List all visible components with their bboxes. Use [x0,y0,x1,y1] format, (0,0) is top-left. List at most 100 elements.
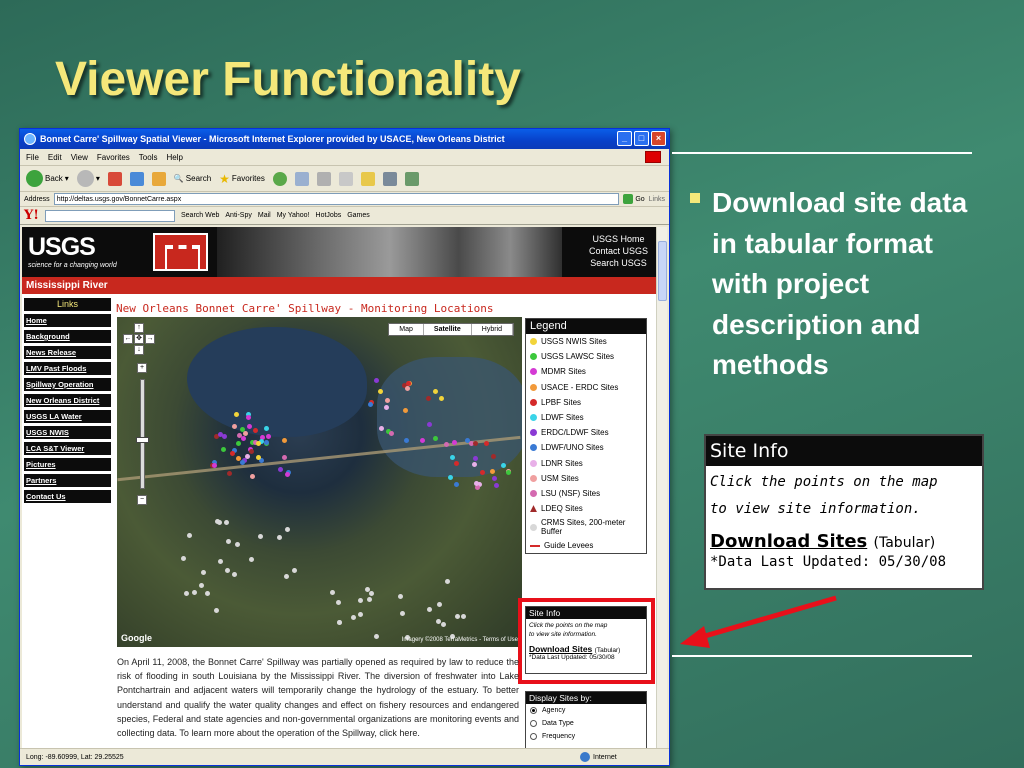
map-marker[interactable] [335,600,341,606]
forward-button[interactable]: ▾ [76,170,100,187]
nav-pictures[interactable]: Pictures [24,458,111,471]
map-marker[interactable] [506,469,512,475]
map-marker[interactable] [440,621,446,627]
map-marker[interactable] [201,569,206,575]
map-marker[interactable] [377,388,383,394]
back-button[interactable]: Back ▾ [26,170,69,187]
menu-help[interactable]: Help [166,153,182,162]
nav-usgs-la-water[interactable]: USGS LA Water [24,410,111,423]
map-marker[interactable] [358,612,364,618]
map-marker[interactable] [373,378,379,384]
favorites-button[interactable]: ★ Favorites [219,172,265,186]
yahoo-search-input[interactable] [45,209,175,222]
map-marker[interactable] [230,451,236,457]
home-icon[interactable] [151,171,166,186]
map-marker[interactable] [184,591,190,597]
folder-icon[interactable] [360,171,375,186]
map-marker[interactable] [284,471,290,477]
nav-spillway-operation[interactable]: Spillway Operation [24,378,111,391]
map-marker[interactable] [336,619,342,625]
nav-new-orleans-district[interactable]: New Orleans District [24,394,111,407]
nav-lmv-past-floods[interactable]: LMV Past Floods [24,362,111,375]
map-marker[interactable] [480,469,486,475]
map-marker[interactable] [358,598,364,604]
map-marker[interactable] [213,607,219,613]
usgs-home-link[interactable]: USGS Home [589,233,648,245]
search-usgs-link[interactable]: Search USGS [589,257,648,269]
pan-right-icon[interactable]: → [145,334,155,344]
map-marker[interactable] [282,454,288,460]
nav-news-release[interactable]: News Release [24,346,111,359]
map-marker[interactable] [221,447,227,453]
map-marker[interactable] [384,404,390,410]
nav-usgs-nwis[interactable]: USGS NWIS [24,426,111,439]
map-marker[interactable] [419,437,425,443]
map-marker[interactable] [494,482,500,488]
map-marker[interactable] [403,407,409,413]
map-marker[interactable] [455,614,461,620]
map-marker[interactable] [231,572,237,578]
maximize-button[interactable]: □ [634,131,649,146]
map-marker[interactable] [225,539,231,545]
zoom-out-icon[interactable]: − [137,495,147,505]
radio-agency-icon[interactable] [530,707,537,714]
zoom-slider[interactable] [140,379,145,489]
messenger-icon[interactable] [404,171,419,186]
map-marker[interactable] [438,395,444,401]
map-marker[interactable] [437,601,443,607]
yahoo-mail-button[interactable]: Mail [258,212,271,219]
usgs-logo[interactable]: USGS science for a changing world [28,233,117,269]
map-marker[interactable] [204,590,210,596]
map-marker[interactable] [425,395,431,401]
nav-background[interactable]: Background [24,330,111,343]
map-marker[interactable] [235,542,241,548]
nav-home[interactable]: Home [24,314,111,327]
map-marker[interactable] [216,519,222,525]
map-marker[interactable] [426,606,432,612]
hotjobs-button[interactable]: HotJobs [316,212,342,219]
map-marker[interactable] [225,567,231,573]
radio-data-type-icon[interactable] [530,720,537,727]
my-yahoo-button[interactable]: My Yahoo! [277,212,310,219]
games-button[interactable]: Games [347,212,370,219]
radio-frequency[interactable]: Frequency [526,730,646,743]
map-marker[interactable] [403,438,409,444]
close-button[interactable]: × [651,131,666,146]
satellite-map[interactable]: ↑ ← ✥ → ↓ + − Map Satellite Hybrid Googl… [117,317,522,647]
nav-partners[interactable]: Partners [24,474,111,487]
search-button[interactable]: 🔍 Search [174,174,211,183]
map-marker[interactable] [281,437,287,443]
map-marker[interactable] [453,460,459,466]
anti-spy-button[interactable]: Anti-Spy [225,212,251,219]
map-marker[interactable] [199,582,205,588]
menu-tools[interactable]: Tools [139,153,158,162]
map-marker[interactable] [473,481,479,487]
address-input[interactable]: http://deltas.usgs.gov/BonnetCarre.aspx [53,193,620,205]
edit-icon[interactable] [338,171,353,186]
map-marker[interactable] [227,470,233,476]
refresh-icon[interactable] [129,171,144,186]
menu-favorites[interactable]: Favorites [97,153,130,162]
map-marker[interactable] [266,433,272,439]
map-marker[interactable] [400,611,406,617]
go-button[interactable]: Go [623,194,645,204]
map-marker[interactable] [285,527,291,533]
stop-icon[interactable] [107,171,122,186]
map-marker[interactable] [474,485,480,491]
map-marker[interactable] [292,568,298,574]
search-web-button[interactable]: Search Web [181,212,219,219]
map-marker[interactable] [492,476,498,482]
map-marker[interactable] [454,481,460,487]
map-type-map[interactable]: Map [389,324,424,335]
map-marker[interactable] [223,520,229,526]
history-icon[interactable] [272,171,287,186]
contact-usgs-link[interactable]: Contact USGS [589,245,648,257]
research-icon[interactable] [382,171,397,186]
map-marker[interactable] [192,589,198,595]
yahoo-logo[interactable]: Y! [24,208,39,223]
map-marker[interactable] [367,597,373,603]
map-marker[interactable] [218,558,224,564]
radio-frequency-icon[interactable] [530,733,537,740]
map-marker[interactable] [211,462,217,468]
map-marker[interactable] [249,448,255,454]
